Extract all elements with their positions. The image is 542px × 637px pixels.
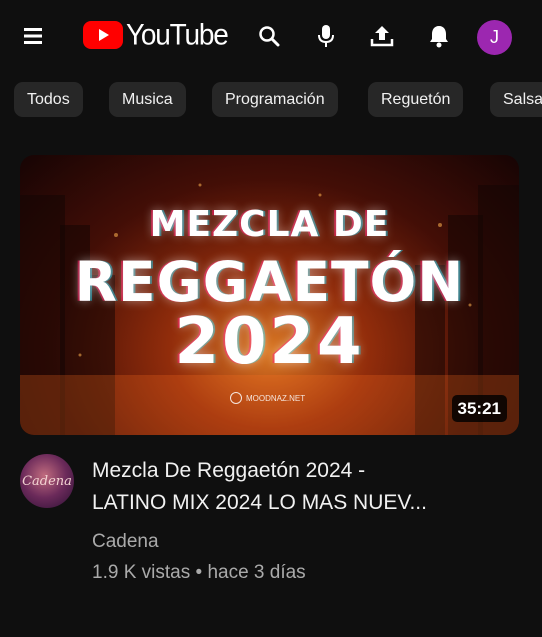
category-chips: Todos Musica Programación Reguetón Salsa [0,82,542,118]
video-duration: 35:21 [451,395,507,422]
video-title-line-1: Mezcla De Reggaetón 2024 - [92,459,366,482]
thumbnail-watermark: MOODNAZ.NET [230,392,305,404]
thumbnail-line-1: MEZCLA DE [149,204,390,245]
video-metadata: 1.9 K vistas • hace 3 días [92,562,306,584]
chip-salsa[interactable]: Salsa [490,82,542,117]
microphone-icon[interactable] [312,22,340,50]
watermark-logo-icon [230,392,242,404]
chip-musica[interactable]: Musica [109,82,186,117]
upload-icon[interactable] [368,22,396,50]
video-title[interactable]: Mezcla De Reggaetón 2024 - LATINO MIX 20… [92,455,482,519]
video-thumbnail[interactable]: MEZCLA DE REGGAETÓN 2024 MOODNAZ.NET 35:… [20,155,519,435]
avatar-letter: J [490,27,499,47]
thumbnail-line-3: 2024 [174,305,365,379]
chip-programacion[interactable]: Programación [212,82,338,117]
meta-separator: • [195,562,203,583]
youtube-logo[interactable]: YouTube [83,18,229,51]
upload-age: hace 3 días [207,562,306,583]
play-logo-icon [83,21,123,49]
view-count: 1.9 K vistas [92,562,191,583]
logo-text: YouTube [126,18,229,51]
channel-avatar-text: Cadena [22,473,72,489]
menu-icon[interactable] [23,27,43,45]
video-title-line-2: LATINO MIX 2024 LO MAS NUEV... [92,491,427,514]
top-app-bar: YouTube J [0,0,542,72]
channel-avatar[interactable]: Cadena [20,454,74,508]
chip-regueton[interactable]: Reguetón [368,82,464,117]
account-avatar[interactable]: J [477,20,512,55]
notifications-icon[interactable] [425,22,453,50]
chip-todos[interactable]: Todos [14,82,83,117]
channel-name[interactable]: Cadena [92,531,159,553]
watermark-text: MOODNAZ.NET [246,393,306,403]
search-icon[interactable] [255,22,283,50]
